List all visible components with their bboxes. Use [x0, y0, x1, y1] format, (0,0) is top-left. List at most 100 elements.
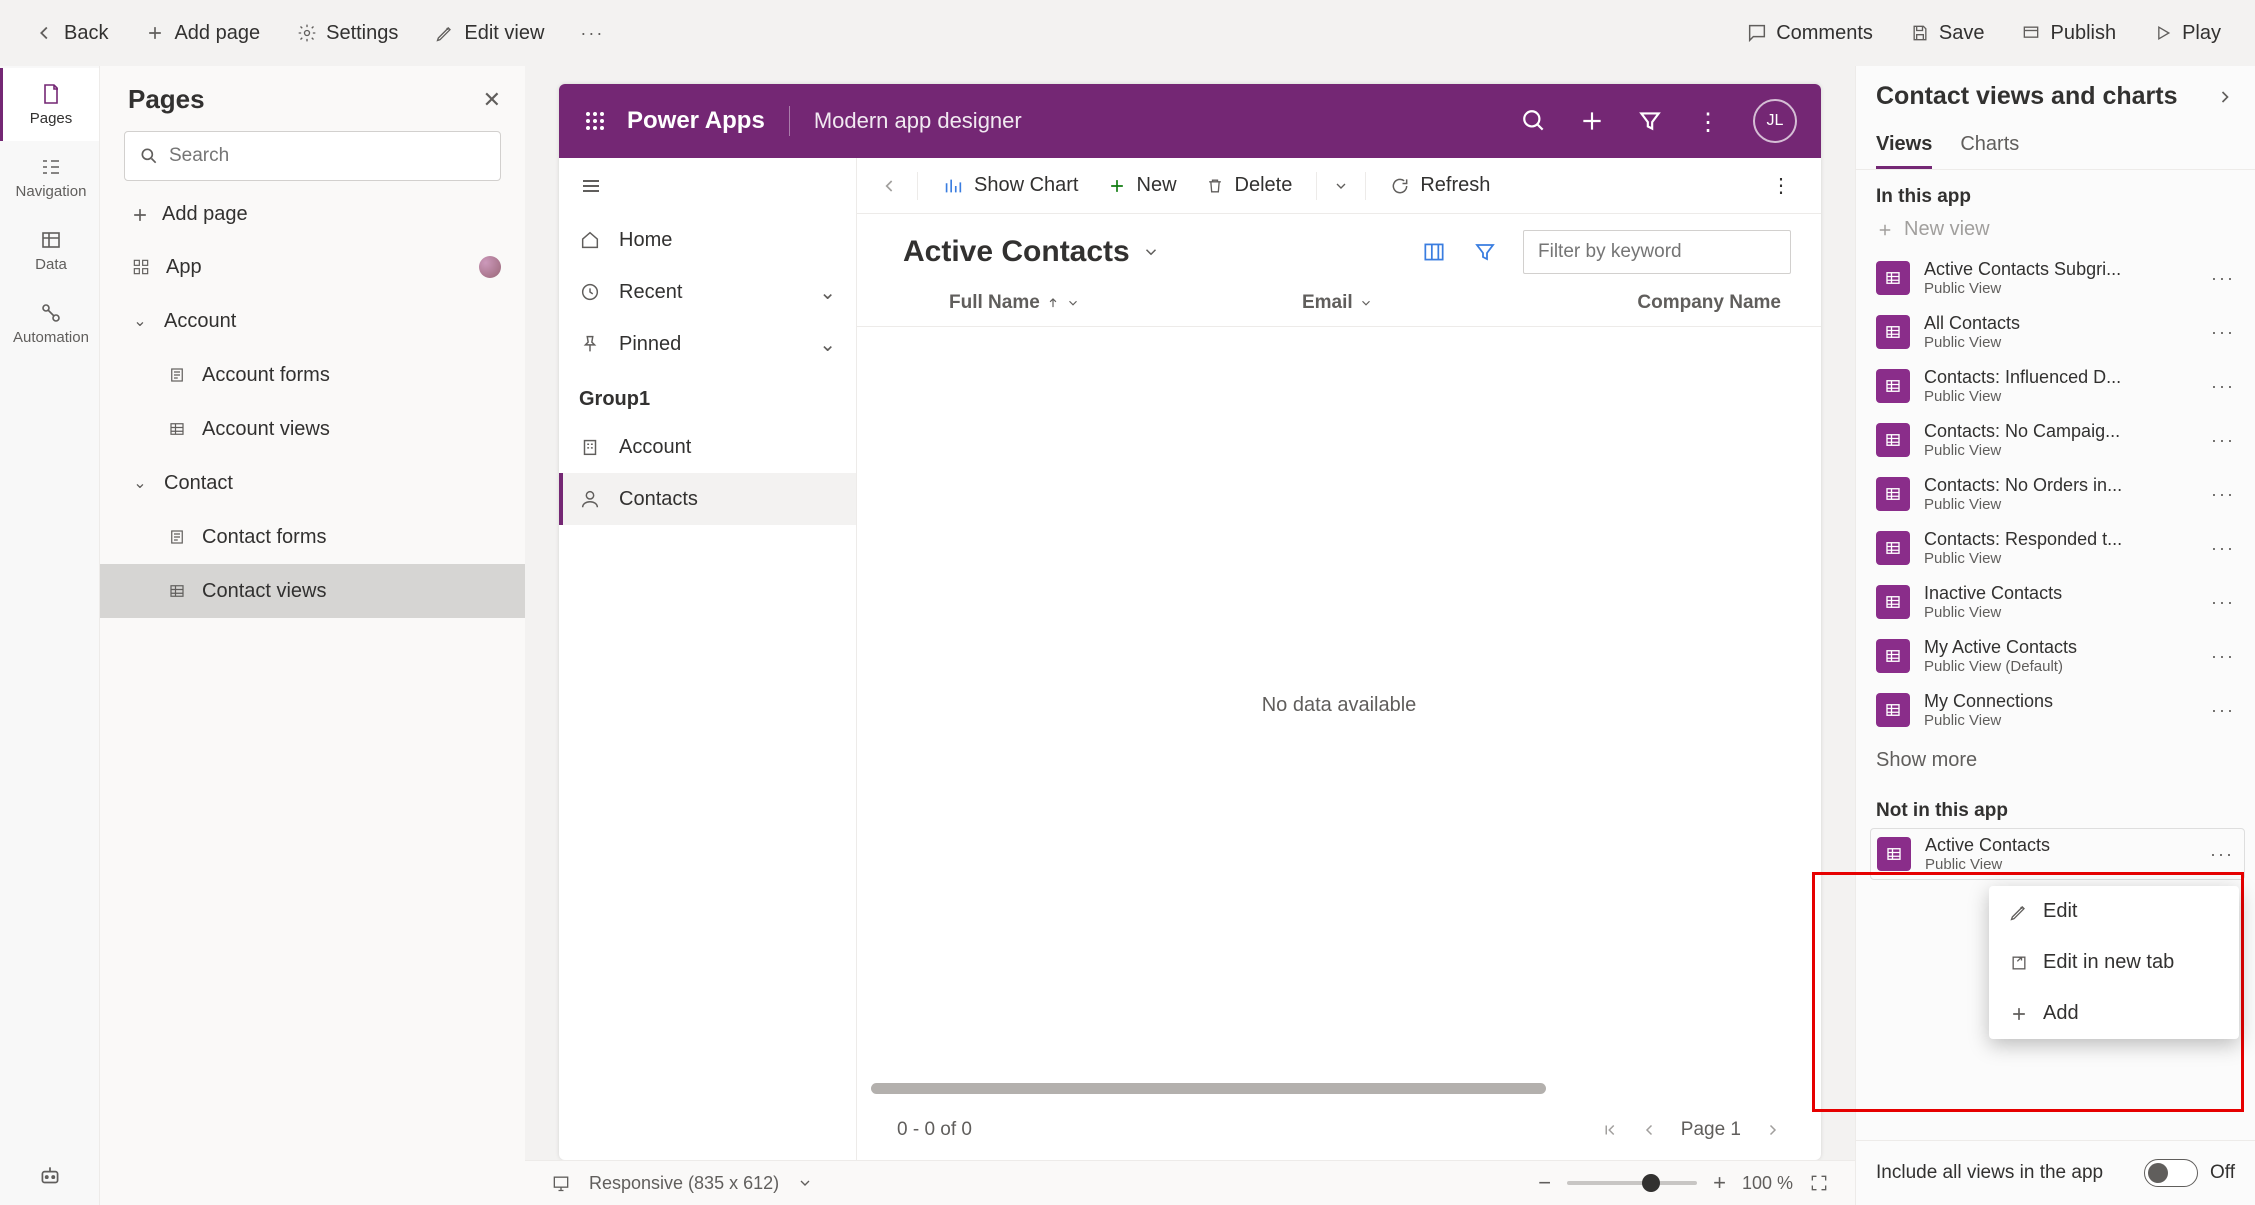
tree-contact[interactable]: ⌄ Contact	[100, 456, 525, 510]
back-button[interactable]: Back	[20, 14, 122, 53]
view-list-item[interactable]: Contacts: No Campaig...Public View···	[1870, 413, 2245, 467]
rail-navigation[interactable]: Navigation	[0, 141, 99, 214]
center-column: Power Apps Modern app designer ⋮ JL	[525, 66, 1855, 1205]
close-panel-button[interactable]: ✕	[483, 87, 501, 113]
col-company[interactable]: Company Name	[1554, 292, 1821, 314]
pages-search-input[interactable]	[169, 145, 486, 167]
chevron-down-icon[interactable]: ⌄	[819, 280, 836, 305]
chevron-down-icon[interactable]: ⌄	[130, 473, 150, 493]
horizontal-scrollbar[interactable]	[871, 1083, 1546, 1094]
first-page-icon[interactable]	[1601, 1121, 1619, 1139]
show-chart-button[interactable]: Show Chart	[930, 166, 1091, 205]
new-button[interactable]: New	[1095, 166, 1189, 205]
include-all-toggle[interactable]	[2144, 1159, 2198, 1187]
tree-account-forms[interactable]: Account forms	[100, 348, 525, 402]
view-item-more[interactable]: ···	[2207, 430, 2239, 451]
col-email[interactable]: Email	[1302, 292, 1554, 314]
nav-home[interactable]: Home	[559, 214, 856, 266]
view-item-more[interactable]: ···	[2207, 592, 2239, 613]
cm-edit-new-tab[interactable]: Edit in new tab	[1989, 937, 2239, 988]
prev-page-icon[interactable]	[1641, 1121, 1659, 1139]
delete-dropdown[interactable]	[1329, 170, 1353, 202]
zoom-in-button[interactable]: +	[1713, 1170, 1726, 1196]
view-list-item[interactable]: Contacts: Responded t...Public View···	[1870, 521, 2245, 575]
rail-bot-button[interactable]	[0, 1147, 99, 1205]
edit-view-button[interactable]: Edit view	[420, 14, 558, 53]
more-button[interactable]: ···	[566, 15, 618, 52]
view-item-more[interactable]: ···	[2207, 268, 2239, 289]
view-item-more[interactable]: ···	[2207, 538, 2239, 559]
tree-app[interactable]: App	[100, 240, 525, 294]
cm-add[interactable]: Add	[1989, 988, 2239, 1039]
waffle-icon[interactable]	[583, 109, 607, 133]
view-item-more[interactable]: ···	[2207, 700, 2239, 721]
save-button[interactable]: Save	[1895, 14, 1999, 53]
responsive-label[interactable]: Responsive (835 x 612)	[589, 1173, 779, 1194]
search-icon[interactable]	[1521, 108, 1547, 134]
cb-back-button[interactable]	[875, 176, 905, 196]
zoom-slider[interactable]	[1567, 1181, 1697, 1185]
refresh-button[interactable]: Refresh	[1378, 166, 1502, 205]
pages-search[interactable]	[124, 131, 501, 181]
edit-columns-icon[interactable]	[1421, 239, 1447, 265]
more-vertical-icon[interactable]: ⋮	[1695, 108, 1721, 134]
new-view-button[interactable]: New view	[1856, 214, 2255, 251]
view-list-item[interactable]: Contacts: No Orders in...Public View···	[1870, 467, 2245, 521]
add-page-button[interactable]: Add page	[130, 14, 274, 53]
rail-data[interactable]: Data	[0, 214, 99, 287]
view-title[interactable]: Active Contacts	[903, 235, 1160, 269]
view-item-more[interactable]: ···	[2207, 484, 2239, 505]
next-page-icon[interactable]	[1763, 1121, 1781, 1139]
view-list-item[interactable]: Contacts: Influenced D...Public View···	[1870, 359, 2245, 413]
tree-account[interactable]: ⌄ Account	[100, 294, 525, 348]
save-icon	[1909, 22, 1931, 44]
nav-account[interactable]: Account	[559, 421, 856, 473]
filter-icon[interactable]	[1473, 240, 1497, 264]
view-list-item[interactable]: My ConnectionsPublic View···	[1870, 683, 2245, 737]
tree-account-views[interactable]: Account views	[100, 402, 525, 456]
nav-pinned[interactable]: Pinned ⌄	[559, 318, 856, 370]
chevron-down-icon[interactable]: ⌄	[130, 311, 150, 331]
save-label: Save	[1939, 22, 1985, 45]
tab-views[interactable]: Views	[1876, 125, 1932, 169]
filter-icon[interactable]	[1637, 108, 1663, 134]
filter-keyword-input[interactable]	[1523, 230, 1791, 274]
zoom-out-button[interactable]: −	[1538, 1170, 1551, 1196]
publish-button[interactable]: Publish	[2006, 14, 2130, 53]
cm-edit[interactable]: Edit	[1989, 886, 2239, 937]
hamburger-icon[interactable]	[579, 174, 603, 198]
view-item-more[interactable]: ···	[2207, 376, 2239, 397]
comment-icon	[1746, 22, 1768, 44]
tab-charts[interactable]: Charts	[1960, 125, 2019, 169]
col-fullname[interactable]: Full Name	[949, 292, 1302, 314]
chevron-down-icon[interactable]: ⌄	[819, 332, 836, 357]
view-list-item[interactable]: Active Contacts Subgri...Public View···	[1870, 251, 2245, 305]
chevron-right-icon[interactable]	[2215, 87, 2235, 107]
view-list-item[interactable]: Inactive ContactsPublic View···	[1870, 575, 2245, 629]
settings-button[interactable]: Settings	[282, 14, 412, 53]
view-list-item[interactable]: Active ContactsPublic View···	[1870, 828, 2245, 880]
tree-contact-forms[interactable]: Contact forms	[100, 510, 525, 564]
view-item-more[interactable]: ···	[2207, 322, 2239, 343]
rail-automation[interactable]: Automation	[0, 287, 99, 360]
play-button[interactable]: Play	[2138, 14, 2235, 53]
view-item-more[interactable]: ···	[2207, 646, 2239, 667]
rail-pages[interactable]: Pages	[0, 68, 99, 141]
show-more-button[interactable]: Show more	[1856, 737, 2255, 784]
chevron-down-icon[interactable]	[797, 1175, 813, 1191]
fit-screen-icon[interactable]	[1809, 1173, 1829, 1193]
delete-button[interactable]: Delete	[1193, 166, 1305, 205]
pencil-icon	[2009, 902, 2029, 922]
comments-button[interactable]: Comments	[1732, 14, 1887, 53]
tree-contact-views[interactable]: Contact views	[100, 564, 525, 618]
add-page-tree-button[interactable]: Add page	[100, 191, 525, 238]
nav-contacts[interactable]: Contacts	[559, 473, 856, 525]
nav-recent[interactable]: Recent ⌄	[559, 266, 856, 318]
cb-more-button[interactable]: ⋮	[1759, 165, 1803, 206]
device-icon[interactable]	[551, 1173, 571, 1193]
plus-icon[interactable]	[1579, 108, 1605, 134]
view-list-item[interactable]: All ContactsPublic View···	[1870, 305, 2245, 359]
user-avatar[interactable]: JL	[1753, 99, 1797, 143]
view-list-item[interactable]: My Active ContactsPublic View (Default)·…	[1870, 629, 2245, 683]
view-item-more[interactable]: ···	[2206, 844, 2238, 865]
